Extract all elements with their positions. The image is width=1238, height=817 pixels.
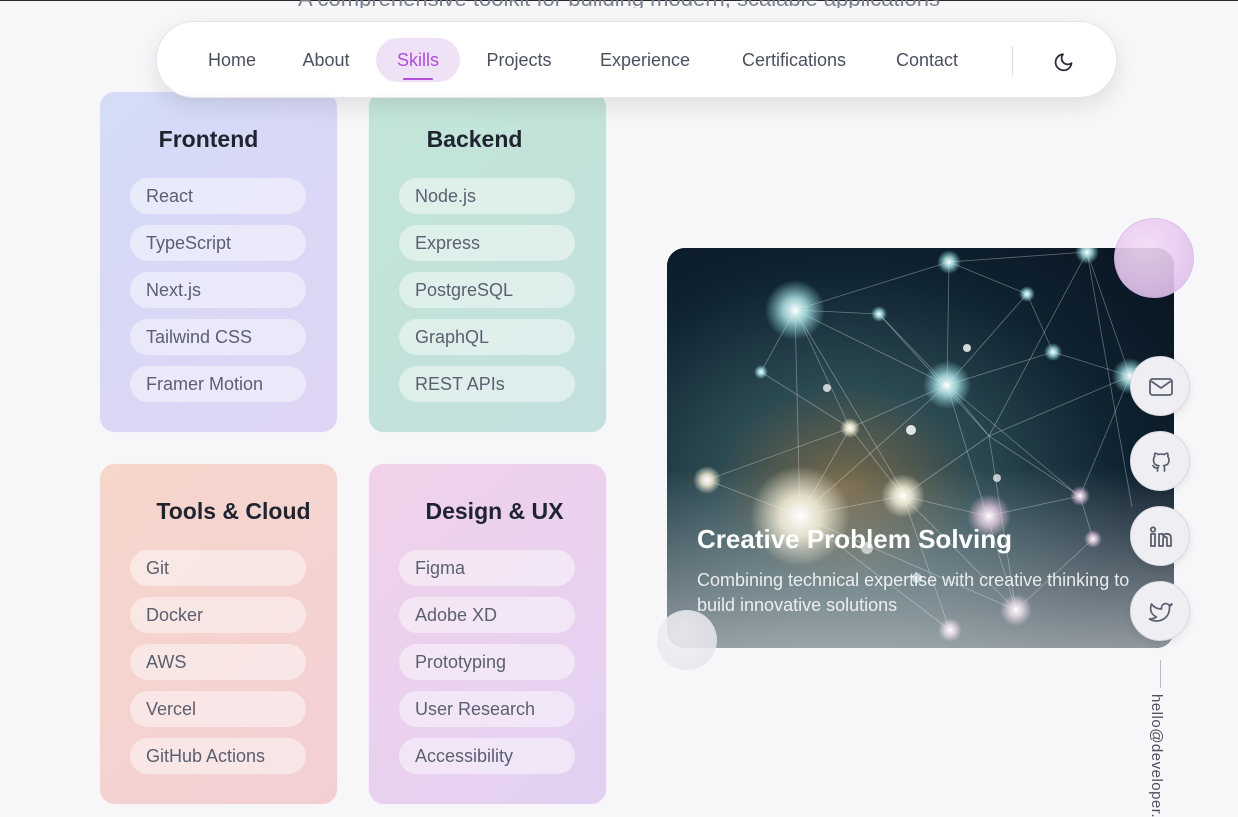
top-navigation: Home About Skills Projects Experience Ce… (156, 21, 1117, 98)
nav-contact[interactable]: Contact (887, 38, 967, 82)
skill-pill: Tailwind CSS (130, 319, 306, 355)
skill-pill: PostgreSQL (399, 272, 575, 308)
linkedin-icon (1149, 526, 1172, 547)
skill-pill: Prototyping (399, 644, 575, 680)
skill-pill: Next.js (130, 272, 306, 308)
nav-about[interactable]: About (290, 38, 362, 82)
skill-card-tools-cloud: Tools & Cloud Git Docker AWS Vercel GitH… (99, 463, 338, 805)
skill-card-frontend: Frontend React TypeScript Next.js Tailwi… (99, 91, 338, 433)
skill-pill: Accessibility (399, 738, 575, 774)
skill-pill: Git (130, 550, 306, 586)
skill-card-design-ux: Design & UX Figma Adobe XD Prototyping U… (368, 463, 607, 805)
skill-pill: AWS (130, 644, 306, 680)
vertical-divider (1160, 660, 1161, 688)
twitter-icon (1148, 602, 1173, 622)
nav-projects[interactable]: Projects (475, 38, 563, 82)
nav-experience[interactable]: Experience (589, 38, 701, 82)
twitter-link[interactable] (1130, 581, 1190, 641)
card-title: Tools & Cloud (156, 498, 311, 524)
contact-email[interactable]: hello@developer. (1148, 694, 1165, 817)
skill-pill: React (130, 178, 306, 214)
nav-divider (1012, 46, 1013, 75)
skill-card-backend: Backend Node.js Express PostgreSQL Graph… (368, 91, 607, 433)
skill-pill: GraphQL (399, 319, 575, 355)
github-link[interactable] (1130, 431, 1190, 491)
feature-description: Combining technical expertise with creat… (697, 570, 1130, 615)
skill-pill: Figma (399, 550, 575, 586)
skill-pill: REST APIs (399, 366, 575, 402)
nav-home[interactable]: Home (197, 38, 267, 82)
mail-icon (1149, 378, 1173, 396)
skill-pill: User Research (399, 691, 575, 727)
card-title: Backend (426, 126, 523, 152)
skill-pill: Adobe XD (399, 597, 575, 633)
section-subtitle: A comprehensive toolkit for building mod… (0, 0, 1238, 8)
email-link[interactable] (1130, 356, 1190, 416)
skill-pill: Vercel (130, 691, 306, 727)
skill-pill: GitHub Actions (130, 738, 306, 774)
skill-pill: Docker (130, 597, 306, 633)
feature-image-card: Creative Problem Solving Combining techn… (667, 248, 1174, 648)
card-title: Design & UX (425, 498, 564, 524)
github-icon (1152, 452, 1170, 472)
decorative-orb (1114, 218, 1194, 298)
decorative-orb (657, 610, 717, 670)
moon-icon (1054, 53, 1073, 72)
linkedin-link[interactable] (1130, 506, 1190, 566)
feature-title: Creative Problem Solving (697, 524, 1012, 554)
skill-pill: Express (399, 225, 575, 261)
skill-pill: Node.js (399, 178, 575, 214)
theme-toggle-button[interactable] (1050, 46, 1080, 76)
nav-skills[interactable]: Skills (376, 38, 460, 82)
card-title: Frontend (158, 126, 259, 152)
skill-pill: Framer Motion (130, 366, 306, 402)
skill-pill: TypeScript (130, 225, 306, 261)
nav-certifications[interactable]: Certifications (727, 38, 861, 82)
